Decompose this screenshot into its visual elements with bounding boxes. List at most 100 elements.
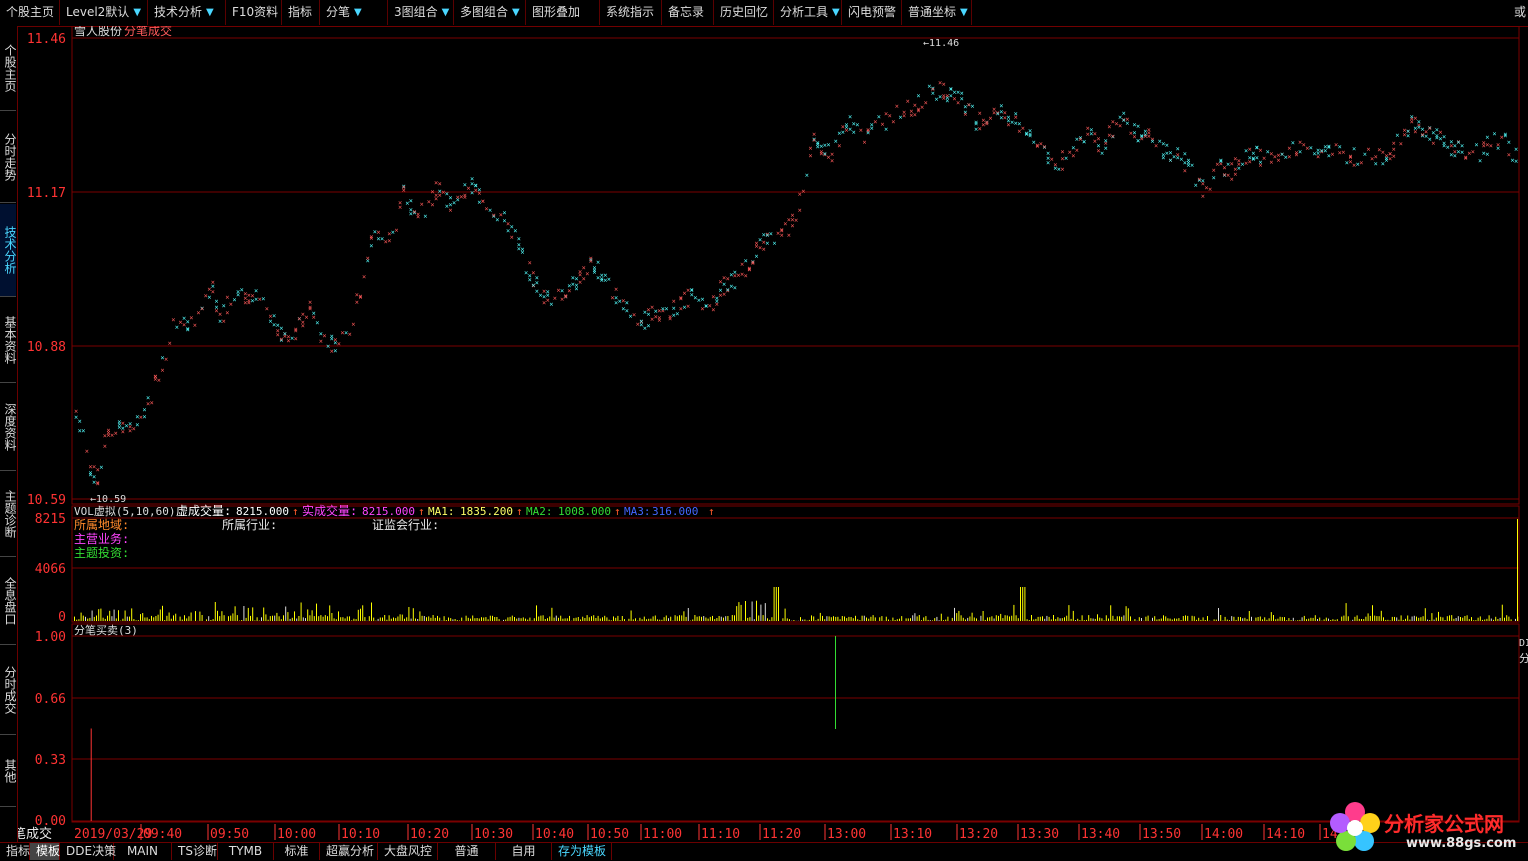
volume-bar	[1093, 619, 1094, 622]
bottom-tab-8[interactable]: 大盘风控	[378, 843, 438, 860]
volume-bar	[466, 616, 467, 621]
sidebar-tab-1[interactable]: 分时走势	[0, 112, 16, 203]
volume-bar	[1310, 618, 1311, 621]
toolbar-item-9[interactable]: 系统指示	[600, 0, 662, 25]
price-tick-mark: ×	[1258, 161, 1262, 169]
price-tick-mark: ×	[520, 249, 524, 257]
volume-bar	[1293, 618, 1294, 621]
sidebar-tab-7[interactable]: 分时成交	[0, 646, 16, 735]
price-tick-mark: ×	[513, 227, 517, 235]
volume-bar	[1398, 620, 1399, 621]
sidebar-tab-6[interactable]: 全息盘口	[0, 558, 16, 645]
toolbar-item-7[interactable]: 多图组合▼	[454, 0, 526, 25]
bottom-tab-3[interactable]: MAIN	[114, 843, 172, 860]
toolbar-item-11[interactable]: 历史回忆	[714, 0, 774, 25]
volume-bar	[206, 619, 207, 621]
volume-bar	[210, 620, 211, 621]
bottom-tab-9[interactable]: 普通	[438, 843, 496, 860]
volume-bar	[1154, 616, 1155, 621]
toolbar-item-6[interactable]: 3图组合▼	[388, 0, 454, 25]
volume-bar	[923, 617, 924, 621]
sidebar-tab-8[interactable]: 其他	[0, 736, 16, 807]
price-tick-mark: ×	[150, 399, 154, 407]
dropdown-arrow-icon[interactable]: ▼	[960, 0, 968, 25]
bottom-tab-11[interactable]: 存为模板	[552, 843, 612, 860]
volume-bar	[1500, 618, 1501, 621]
tick-ytick-1: 0.66	[35, 692, 66, 707]
volume-bar	[169, 613, 170, 622]
volume-bar	[100, 609, 101, 621]
volume-bar	[1390, 620, 1391, 621]
bottom-tab-0[interactable]: 指标	[0, 843, 30, 860]
volume-bar	[831, 617, 832, 621]
price-tick-mark: ×	[211, 279, 215, 287]
volume-bar	[1440, 617, 1441, 621]
toolbar-item-10[interactable]: 备忘录	[662, 0, 714, 25]
volume-bar	[1288, 618, 1289, 621]
sidebar-tab-3[interactable]: 基本资料	[0, 298, 16, 383]
volume-bar	[1046, 616, 1047, 621]
volume-bar	[914, 613, 915, 621]
toolbar-item-8[interactable]: 图形叠加	[526, 0, 600, 25]
price-tick-mark: ×	[164, 355, 168, 363]
volume-bar	[917, 616, 918, 621]
price-tick-mark: ×	[798, 207, 802, 215]
time-label-15: 13:40	[1081, 827, 1120, 842]
toolbar-item-13[interactable]: 闪电预警	[842, 0, 902, 25]
bottom-tab-7[interactable]: 超赢分析	[320, 843, 378, 860]
sidebar-tab-0[interactable]: 个股主页	[0, 26, 16, 111]
volume-bar	[331, 613, 332, 621]
sidebar-tab-4[interactable]: 深度资料	[0, 384, 16, 471]
volume-bar	[793, 620, 794, 621]
toolbar-item-12[interactable]: 分析工具▼	[774, 0, 842, 25]
toolbar-item-4[interactable]: 指标	[282, 0, 320, 25]
bottom-tab-1[interactable]: 模板	[30, 843, 60, 860]
volume-bar	[646, 619, 647, 621]
volume-bar	[1062, 618, 1063, 621]
volume-bar	[1053, 615, 1054, 621]
toolbar-item-0[interactable]: 个股主页	[0, 0, 60, 25]
toolbar-item-1[interactable]: Level2默认▼	[60, 0, 148, 25]
bottom-tab-2[interactable]: DDE决策	[60, 843, 114, 860]
toolbar-right-edge[interactable]: 或	[1514, 0, 1526, 25]
dropdown-arrow-icon[interactable]: ▼	[512, 0, 520, 25]
volume-bar	[323, 617, 324, 621]
stock-name: 雪人股份	[74, 26, 122, 38]
volume-bar	[103, 618, 104, 621]
dropdown-arrow-icon[interactable]: ▼	[206, 0, 214, 25]
bottom-tab-4[interactable]: TS诊断	[172, 843, 218, 860]
volume-bar	[1343, 616, 1344, 621]
price-tick-mark: ×	[99, 464, 103, 472]
sidebar-tab-5[interactable]: 主题诊断	[0, 472, 16, 557]
toolbar-item-2[interactable]: 技术分析▼	[148, 0, 226, 25]
vol-field-arrow-icon: ↑	[708, 505, 715, 518]
volume-bar	[92, 611, 93, 622]
volume-bar	[1264, 617, 1265, 621]
volume-bar	[855, 616, 856, 621]
price-tick-mark: ×	[1474, 141, 1478, 149]
volume-bar	[1011, 616, 1012, 621]
sidebar-tab-2[interactable]: 技术分析	[0, 204, 16, 297]
bottom-tab-5[interactable]: TYMB	[218, 843, 274, 860]
toolbar-item-14[interactable]: 普通坐标▼	[902, 0, 972, 25]
volume-bar	[936, 617, 937, 621]
time-label-5: 10:30	[474, 827, 513, 842]
volume-bar	[485, 617, 486, 621]
bottom-tab-10[interactable]: 自用	[496, 843, 552, 860]
tick-right-label-1: 分	[1519, 652, 1528, 665]
dropdown-arrow-icon[interactable]: ▼	[133, 0, 141, 25]
bottom-tab-6[interactable]: 标准	[274, 843, 320, 860]
toolbar-item-3[interactable]: F10资料	[226, 0, 282, 25]
volume-bar	[1007, 616, 1008, 622]
volume-bar	[1262, 619, 1263, 621]
volume-bar	[1051, 619, 1052, 621]
toolbar-item-5[interactable]: 分笔▼	[320, 0, 388, 25]
volume-bar	[1027, 619, 1028, 621]
volume-bar	[444, 616, 445, 621]
volume-bar	[129, 617, 130, 621]
volume-bar	[1220, 615, 1221, 621]
dropdown-arrow-icon[interactable]: ▼	[442, 0, 450, 25]
dropdown-arrow-icon[interactable]: ▼	[832, 0, 840, 25]
dropdown-arrow-icon[interactable]: ▼	[354, 0, 362, 25]
vol-field-arrow-icon: ↑	[614, 505, 621, 518]
